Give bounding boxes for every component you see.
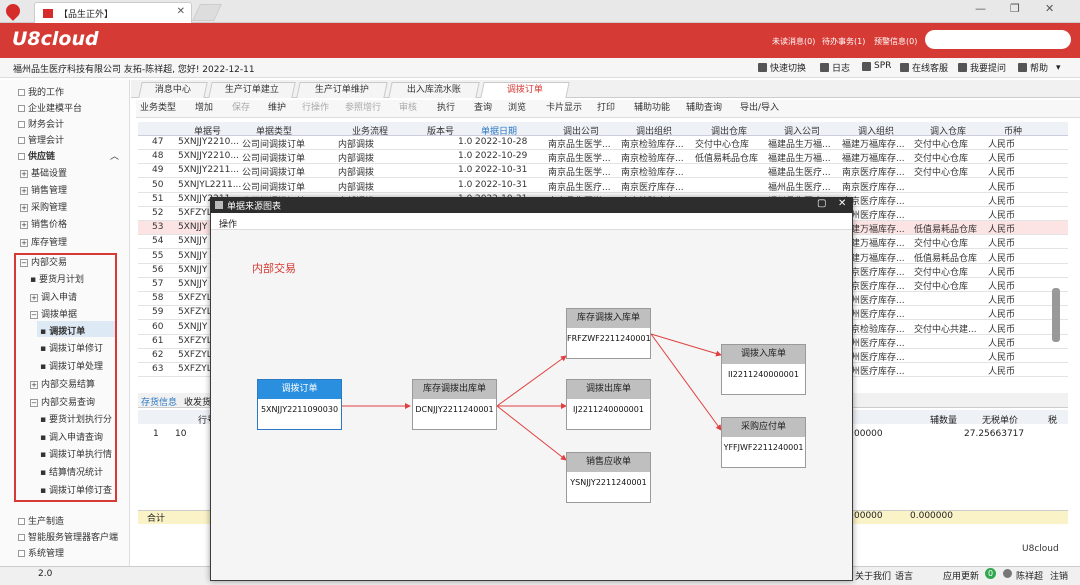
flow-node-transfer-out[interactable]: 调拨出库单 IJ2211240000001 xyxy=(566,379,651,430)
node-title: 采购应付单 xyxy=(722,418,805,437)
flow-node-sales-receivable[interactable]: 销售应收单 YSNJJY2211240001 xyxy=(566,452,651,503)
flow-edges xyxy=(342,333,722,461)
flow-node-stock-out[interactable]: 库存调拨出库单 DCNJJY2211240001 xyxy=(412,379,497,430)
flow-node-transfer-in[interactable]: 调拨入库单 II2211240000001 xyxy=(721,344,806,395)
node-code: IJ2211240000001 xyxy=(573,405,644,414)
edge xyxy=(496,405,567,461)
node-title: 销售应收单 xyxy=(567,453,650,472)
flow-node-transfer-order[interactable]: 调拨订单 5XNJJY2211090030 xyxy=(257,379,342,430)
edge xyxy=(650,333,722,357)
node-title: 调拨订单 xyxy=(258,380,341,399)
node-title: 调拨出库单 xyxy=(567,380,650,399)
node-code: FRFZWF2211240001 xyxy=(567,334,651,343)
node-code: 5XNJJY2211090030 xyxy=(260,405,339,414)
node-code: II2211240000001 xyxy=(728,370,799,379)
node-title: 调拨入库单 xyxy=(722,345,805,364)
node-code: YSNJJY2211240001 xyxy=(570,478,647,487)
node-code: DCNJJY2211240001 xyxy=(415,405,494,414)
flow-node-stock-in[interactable]: 库存调拨入库单 FRFZWF2211240001 xyxy=(566,308,651,359)
node-title: 库存调拨入库单 xyxy=(567,309,650,328)
node-title: 库存调拨出库单 xyxy=(413,380,496,399)
node-code: YFFJWF2211240001 xyxy=(723,443,804,452)
edge xyxy=(650,333,722,431)
edge xyxy=(496,355,567,407)
flow-node-purchase-payable[interactable]: 采购应付单 YFFJWF2211240001 xyxy=(721,417,806,468)
